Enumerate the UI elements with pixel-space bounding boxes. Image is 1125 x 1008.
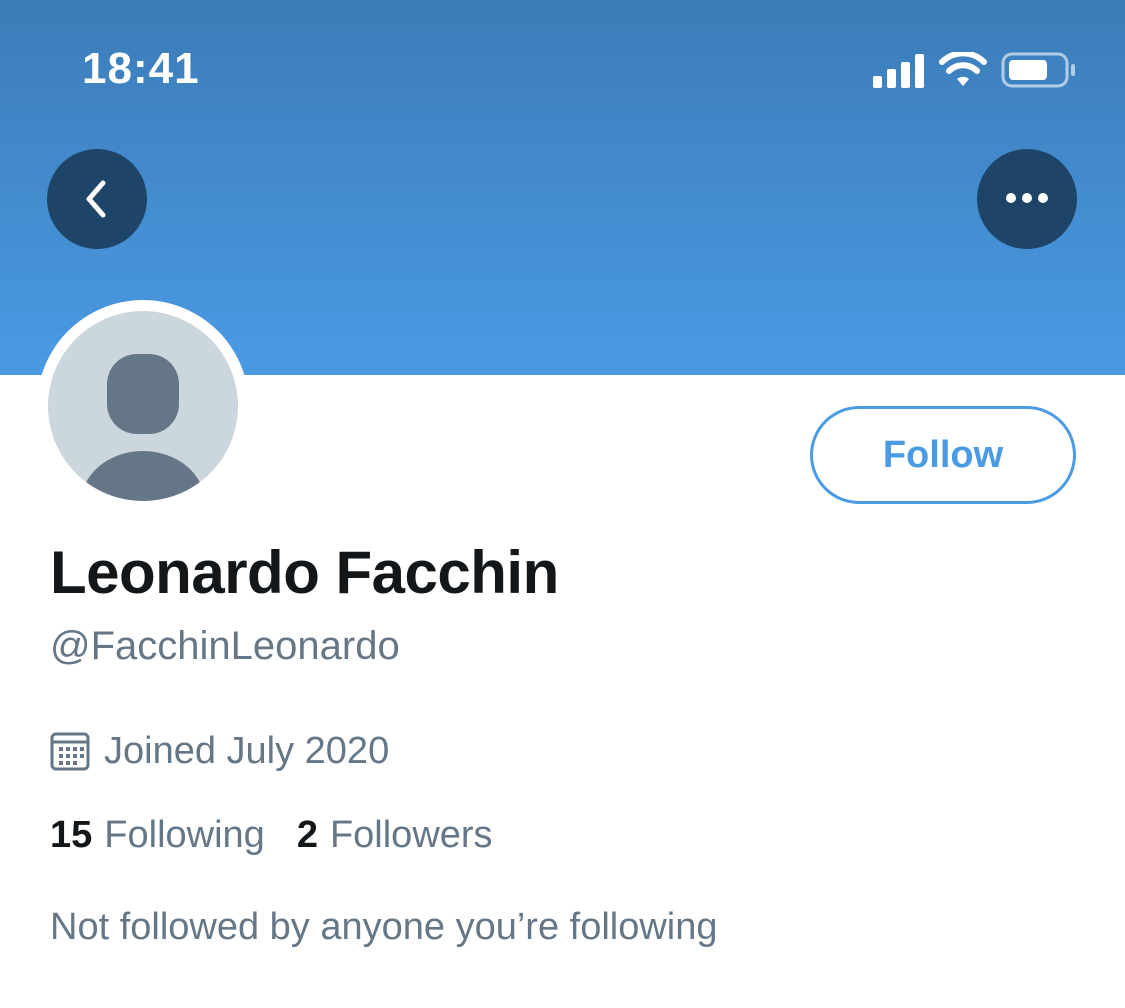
joined-date-label: Joined July 2020 [104,729,390,772]
battery-icon [1001,52,1075,88]
following-label: Following [104,814,265,856]
followed-by-note: Not followed by anyone you’re following [50,906,718,948]
profile-display-name: Leonardo Facchin [50,539,559,606]
cellular-signal-icon [873,54,924,88]
default-avatar-icon [81,354,205,501]
joined-date: Joined July 2020 [50,728,389,774]
more-horizontal-icon [1006,193,1048,203]
follow-stats: 15 Following 2 Followers [50,814,493,857]
status-bar-icons [873,50,1083,88]
more-options-button[interactable] [977,149,1077,249]
chevron-left-icon [86,180,106,218]
following-link[interactable]: 15 Following [50,814,265,857]
avatar-frame [37,300,249,512]
avatar[interactable] [48,311,238,501]
followers-label: Followers [329,814,493,856]
follow-button[interactable]: Follow [810,406,1076,504]
calendar-icon [50,732,90,771]
followers-link[interactable]: 2 Followers [297,814,493,857]
back-button[interactable] [47,149,147,249]
wifi-icon [939,52,987,86]
profile-handle: @FacchinLeonardo [50,624,400,668]
following-count: 15 [50,814,93,856]
followers-count: 2 [296,814,318,856]
status-bar-time: 18:41 [82,44,200,93]
